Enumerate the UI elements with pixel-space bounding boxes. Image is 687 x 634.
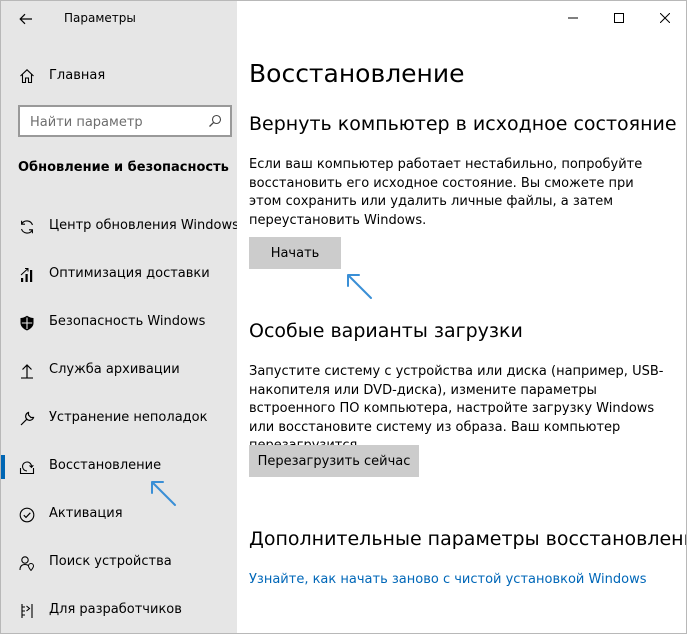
- sidebar-item-recovery[interactable]: Восстановление: [1, 447, 237, 487]
- sidebar-item-backup[interactable]: Служба архивации: [1, 351, 237, 391]
- close-button[interactable]: [642, 1, 686, 35]
- minimize-icon: [568, 17, 578, 19]
- check-circle-icon: [18, 506, 36, 524]
- sidebar-item-troubleshoot[interactable]: Устранение неполадок: [1, 399, 237, 439]
- back-button[interactable]: [11, 7, 41, 31]
- sidebar-item-label: Устранение неполадок: [49, 410, 208, 425]
- sidebar-item-activation[interactable]: Активация: [1, 495, 237, 535]
- window-controls: [550, 1, 686, 35]
- annotation-arrow-icon: [347, 274, 372, 299]
- page-title: Восстановление: [249, 59, 465, 88]
- wrench-icon: [18, 410, 36, 428]
- search-box[interactable]: [18, 105, 232, 137]
- clean-install-link[interactable]: Узнайте, как начать заново с чистой уста…: [249, 572, 647, 587]
- sidebar-item-find-device[interactable]: Поиск устройства: [1, 543, 237, 583]
- home-icon: [18, 67, 36, 85]
- more-options-heading: Дополнительные параметры восстановления: [249, 528, 687, 550]
- section-title: Обновление и безопасность: [18, 160, 229, 175]
- sidebar-item-label: Центр обновления Windows: [49, 218, 239, 233]
- advanced-startup-description: Запустите систему с устройства или диска…: [249, 364, 664, 453]
- back-arrow-icon: [19, 13, 32, 25]
- sidebar-item-windows-update[interactable]: Центр обновления Windows: [1, 207, 239, 247]
- maximize-button[interactable]: [596, 1, 642, 35]
- sidebar-item-label: Активация: [49, 506, 123, 521]
- backup-arrow-icon: [18, 362, 36, 380]
- sidebar-item-windows-security[interactable]: Безопасность Windows: [1, 303, 237, 343]
- sidebar-item-label: Безопасность Windows: [49, 314, 206, 329]
- sidebar: Параметры Главная Обновление и безопасно…: [1, 1, 239, 633]
- reset-heading: Вернуть компьютер в исходное состояние: [249, 113, 677, 135]
- shield-icon: [18, 314, 36, 332]
- sync-icon: [18, 218, 36, 236]
- search-input[interactable]: [30, 113, 210, 131]
- sidebar-item-label: Служба архивации: [49, 362, 180, 377]
- active-indicator: [1, 455, 5, 479]
- sidebar-item-developers[interactable]: Для разработчиков: [1, 591, 237, 631]
- restart-now-button[interactable]: Перезагрузить сейчас: [249, 445, 419, 477]
- sidebar-item-home[interactable]: Главная: [1, 61, 237, 91]
- developer-icon: [18, 602, 36, 620]
- sidebar-item-label: Оптимизация доставки: [49, 266, 210, 281]
- minimize-button[interactable]: [550, 1, 596, 35]
- sidebar-item-label: Главная: [49, 68, 106, 83]
- app-title: Параметры: [64, 11, 136, 25]
- sidebar-item-label: Для разработчиков: [49, 602, 182, 617]
- reset-start-button[interactable]: Начать: [249, 237, 341, 269]
- person-location-icon: [18, 554, 36, 572]
- recovery-icon: [18, 458, 36, 476]
- delivery-icon: [18, 266, 36, 284]
- reset-description: Если ваш компьютер работает нестабильно,…: [249, 157, 643, 228]
- sidebar-item-label: Поиск устройства: [49, 554, 172, 569]
- sidebar-item-label: Восстановление: [49, 458, 162, 473]
- sidebar-item-delivery-optimization[interactable]: Оптимизация доставки: [1, 255, 237, 295]
- main-content: Восстановление Вернуть компьютер в исход…: [237, 1, 687, 633]
- settings-window: Параметры Главная Обновление и безопасно…: [0, 0, 687, 634]
- advanced-startup-heading: Особые варианты загрузки: [249, 320, 523, 342]
- search-icon: [209, 114, 222, 127]
- close-icon: [660, 13, 670, 23]
- maximize-icon: [614, 13, 624, 23]
